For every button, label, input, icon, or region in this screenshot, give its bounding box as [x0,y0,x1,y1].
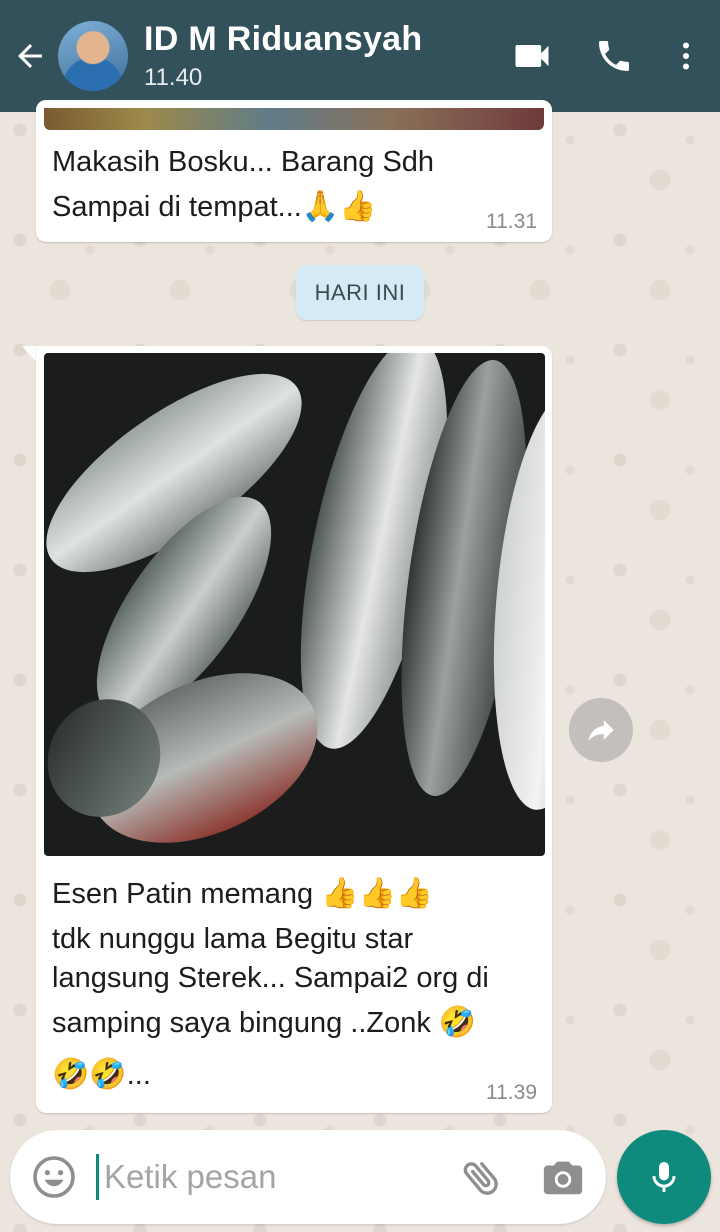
voice-record-button[interactable] [617,1130,711,1224]
forward-button[interactable] [569,698,633,762]
message-line: ... [126,1059,151,1091]
contact-info[interactable]: ID M Riduansyah 11.40 [144,20,502,92]
message-time: 11.31 [486,210,537,233]
message-line: samping saya bingung ..Zonk [52,1007,431,1039]
emoji: 👍👍👍 [321,877,434,910]
message-line: Esen Patin memang [52,878,314,910]
smiley-icon [33,1156,75,1198]
camera-button[interactable] [540,1154,588,1202]
camera-icon [543,1161,583,1195]
emoji: 🤣🤣 [52,1058,127,1091]
back-arrow-icon [18,44,42,68]
video-call-icon [515,45,549,67]
back-button[interactable] [0,0,60,112]
emoji-button[interactable] [30,1153,78,1201]
paperclip-icon [463,1162,498,1195]
fish-photo[interactable] [44,353,545,856]
last-seen-status: 11.40 [144,64,203,91]
date-divider: HARI INI [296,265,424,320]
contact-name: ID M Riduansyah [144,20,423,58]
forward-icon [588,720,614,742]
voice-call-button[interactable] [584,26,644,86]
image-attachment[interactable] [44,108,544,130]
emoji: 🤣 [438,1006,477,1039]
chat-header: ID M Riduansyah 11.40 [0,0,720,112]
message-input[interactable] [104,1152,434,1202]
message-input-bar [10,1130,606,1224]
message-line: Sampai di tempat... [52,191,302,223]
message-line: tdk nunggu lama Begitu star [52,923,414,955]
message-bubble[interactable]: Makasih Bosku... Barang Sdh Sampai di te… [36,100,552,242]
message-time: 11.39 [486,1081,537,1104]
attach-button[interactable] [458,1154,506,1202]
phone-icon [599,41,629,71]
message-line: Makasih Bosku... Barang Sdh [52,146,435,178]
video-call-button[interactable] [502,26,562,86]
emoji: 🙏👍 [301,190,377,223]
more-vertical-icon [683,42,689,70]
avatar[interactable] [58,21,128,91]
message-line: langsung Sterek... Sampai2 org di [52,962,489,994]
more-options-button[interactable] [666,26,706,86]
microphone-icon [652,1162,676,1192]
text-cursor [96,1154,99,1200]
